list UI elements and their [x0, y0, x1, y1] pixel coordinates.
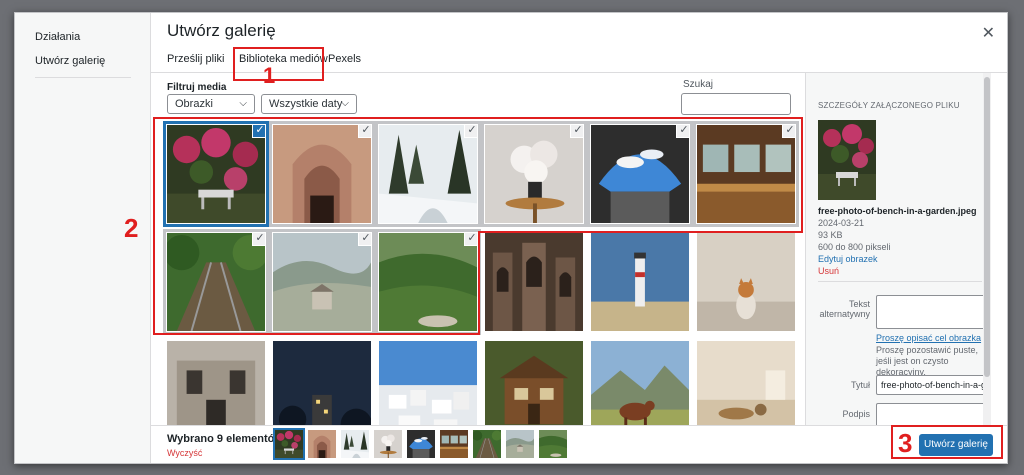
menu-heading-actions: Działania	[35, 31, 81, 43]
selected-thumbnail[interactable]	[440, 430, 468, 458]
attachment-thumbnail[interactable]: ✓	[485, 125, 583, 223]
alt-text-label: Tekst alternatywny	[819, 299, 870, 319]
selected-thumbnail[interactable]	[506, 430, 534, 458]
attachment-thumbnail[interactable]	[167, 341, 265, 427]
chevron-down-icon: ⌵	[239, 98, 247, 109]
alt-text-field[interactable]	[876, 295, 991, 329]
attachment-thumbnail[interactable]: ✓	[379, 233, 477, 331]
attachment-thumbnail[interactable]	[591, 233, 689, 331]
checkmark-icon[interactable]: ✓	[358, 233, 371, 246]
create-gallery-button[interactable]: Utwórz galerię	[919, 434, 993, 456]
sidebar-scrollbar[interactable]	[983, 73, 991, 427]
attachment-thumbnail[interactable]: ✓	[273, 233, 371, 331]
attachments-grid: ✓ ✓ ✓ ✓ ✓ ✓ ✓ ✓ ✓	[161, 121, 801, 427]
attachment-thumbnail[interactable]: ✓	[273, 125, 371, 223]
attachment-thumbnail[interactable]	[697, 233, 795, 331]
checkmark-icon[interactable]: ✓	[358, 125, 371, 138]
attachment-thumbnail[interactable]: ✓	[379, 125, 477, 223]
checkmark-icon[interactable]: ✓	[252, 125, 265, 138]
annotation-number-1: 1	[263, 63, 276, 88]
caption-field[interactable]	[876, 403, 991, 427]
alt-help-text: Proszę pozostawić puste, jeśli jest on c…	[876, 345, 979, 377]
tab-pexels[interactable]: Pexels	[328, 53, 361, 65]
delete-link[interactable]: Usuń	[818, 266, 839, 276]
modal-title: Utwórz galerię	[167, 21, 276, 40]
checkmark-icon[interactable]: ✓	[570, 125, 583, 138]
annotation-number-2: 2	[124, 213, 139, 243]
attachment-details-sidebar: SZCZEGÓŁY ZAŁĄCZONEGO PLIKU free-photo-o…	[805, 73, 991, 427]
annotation-number-3: 3	[898, 428, 913, 458]
checkmark-icon[interactable]: ✓	[676, 125, 689, 138]
selected-thumbnail[interactable]	[341, 430, 369, 458]
edit-image-link[interactable]: Edytuj obrazek	[818, 254, 878, 264]
chevron-down-icon: ⌵	[341, 98, 349, 109]
modal-content: Utwórz galerię ✕ Prześlij pliki Bibliote…	[151, 13, 1007, 463]
attachment-thumbnail[interactable]: ✓	[697, 125, 795, 223]
checkmark-icon[interactable]: ✓	[464, 233, 477, 246]
details-date: 2024-03-21	[818, 218, 865, 228]
details-size: 93 KB	[818, 230, 843, 240]
media-type-select[interactable]: Obrazki ⌵	[167, 94, 255, 114]
attachment-thumbnail[interactable]: ✓	[591, 125, 689, 223]
alt-help-link[interactable]: Proszę opisać cel obrazka	[876, 333, 981, 343]
caption-label: Podpis	[842, 409, 870, 419]
attachment-thumbnail[interactable]	[273, 341, 371, 427]
close-icon[interactable]: ✕	[982, 23, 995, 43]
selected-thumbnail[interactable]	[539, 430, 567, 458]
attachment-thumbnail[interactable]	[485, 233, 583, 331]
selected-thumbnail[interactable]	[473, 430, 501, 458]
details-separator	[818, 281, 982, 282]
media-modal: Działania Utwórz galerię Utwórz galerię …	[14, 12, 1008, 464]
selected-thumbnail[interactable]	[275, 430, 303, 458]
title-label: Tytuł	[850, 380, 870, 390]
details-heading: SZCZEGÓŁY ZAŁĄCZONEGO PLIKU	[818, 101, 960, 110]
attachment-thumbnail[interactable]: ✓	[167, 125, 265, 223]
search-label: Szukaj	[683, 79, 714, 90]
media-toolbar: Wybrano 9 elementów Wyczyść Utwórz galer…	[151, 425, 1007, 463]
details-dimensions: 600 do 800 pikseli	[818, 242, 891, 252]
selection-count: Wybrano 9 elementów	[167, 433, 283, 445]
attachment-thumbnail[interactable]	[697, 341, 795, 427]
router-tabs: Prześlij pliki Biblioteka mediów Pexels	[151, 45, 1007, 73]
attachment-thumbnail[interactable]	[591, 341, 689, 427]
tab-upload-files[interactable]: Prześlij pliki	[167, 53, 224, 65]
details-filename: free-photo-of-bench-in-a-garden.jpeg	[818, 206, 977, 216]
details-thumbnail	[818, 120, 876, 200]
filter-media-label: Filtruj media	[167, 82, 227, 93]
selected-thumbnail[interactable]	[407, 430, 435, 458]
tab-media-library[interactable]: Biblioteka mediów	[239, 53, 328, 67]
attachment-thumbnail[interactable]	[485, 341, 583, 427]
menu-separator	[35, 77, 131, 78]
date-filter-select[interactable]: Wszystkie daty ⌵	[261, 94, 357, 114]
selected-thumbnail[interactable]	[374, 430, 402, 458]
checkmark-icon[interactable]: ✓	[782, 125, 795, 138]
search-input[interactable]	[681, 93, 791, 115]
menu-item-create-gallery[interactable]: Utwórz galerię	[35, 55, 105, 67]
title-field[interactable]: free-photo-of-bench-in-a-garden	[876, 375, 991, 395]
date-filter-select-value: Wszystkie daty	[269, 98, 343, 110]
attachment-thumbnail[interactable]: ✓	[167, 233, 265, 331]
checkmark-icon[interactable]: ✓	[464, 125, 477, 138]
clear-selection-link[interactable]: Wyczyść	[167, 448, 202, 458]
media-type-select-value: Obrazki	[175, 98, 213, 110]
attachment-thumbnail[interactable]	[379, 341, 477, 427]
checkmark-icon[interactable]: ✓	[252, 233, 265, 246]
selected-thumbnail[interactable]	[308, 430, 336, 458]
